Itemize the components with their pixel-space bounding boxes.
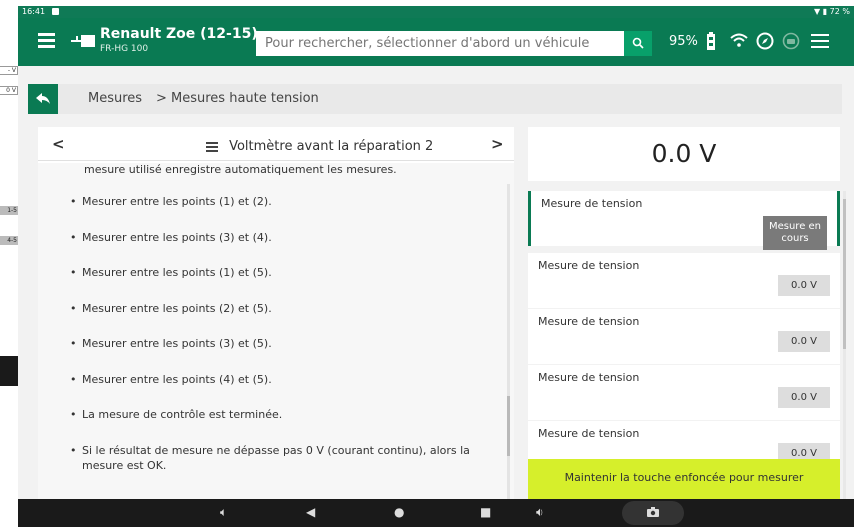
notification-icon xyxy=(51,8,59,15)
back-button[interactable] xyxy=(28,84,58,114)
list-item: La mesure de contrôle est terminée. xyxy=(70,407,490,443)
measurement-label: Mesure de tension xyxy=(541,197,643,210)
battery-level: 95% xyxy=(669,34,698,49)
app-header: Renault Zoe (12-15) FR-HG 100 95% xyxy=(18,18,854,66)
hold-to-measure-label: Maintenir la touche enfoncée pour mesure… xyxy=(564,471,804,484)
vehicle-plate: FR-HG 100 xyxy=(100,44,149,54)
document-title: Voltmètre avant la réparation 2 xyxy=(229,139,434,154)
back-arrow-icon xyxy=(36,93,50,104)
compass-icon[interactable] xyxy=(756,32,774,50)
document-content: mesure utilisé enregistre automatiquemen… xyxy=(38,163,514,499)
background-tag: 1-5 xyxy=(0,206,18,215)
document-panel: < Voltmètre avant la réparation 2 > mesu… xyxy=(38,127,514,499)
background-app: - V 0 V 1-5 4-5 xyxy=(0,0,18,527)
voltage-readout: 0.0 V xyxy=(528,127,840,181)
breadcrumb-mesures[interactable]: Mesures xyxy=(88,91,142,106)
camera-icon xyxy=(647,507,659,517)
document-title-wrap[interactable]: Voltmètre avant la réparation 2 xyxy=(206,136,433,155)
measurement-value: 0.0 V xyxy=(778,331,830,352)
list-item: Mesurer entre les points (1) et (2). xyxy=(70,194,490,230)
plug-icon xyxy=(71,35,95,47)
list-item: Mesurer entre les points (3) et (4). xyxy=(70,230,490,266)
measurement-item-4[interactable]: Mesure de tension 0.0 V xyxy=(528,365,840,420)
status-battery: ▼ ▮ 72 % xyxy=(814,7,850,16)
measurement-list: Mesure de tension Mesure en cours Mesure… xyxy=(528,191,840,499)
screenshot-button[interactable] xyxy=(622,501,684,525)
measurement-item-3[interactable]: Mesure de tension 0.0 V xyxy=(528,309,840,364)
background-chip: - V xyxy=(0,66,18,75)
measurement-status: Mesure en cours xyxy=(763,216,827,250)
list-icon xyxy=(206,141,218,152)
status-bar: 16:41 ▼ ▮ 72 % xyxy=(18,6,854,18)
list-item: Mesurer entre les points (2) et (5). xyxy=(70,301,490,337)
back-nav-icon[interactable]: ◀ xyxy=(306,505,315,519)
home-nav-icon[interactable]: ● xyxy=(394,505,404,519)
background-tag: 4-5 xyxy=(0,236,18,245)
measurement-item-2[interactable]: Mesure de tension 0.0 V xyxy=(528,253,840,308)
car-icon[interactable] xyxy=(782,32,800,50)
background-chip: 0 V xyxy=(0,86,18,95)
measurement-label: Mesure de tension xyxy=(538,371,640,384)
measurement-label: Mesure de tension xyxy=(538,427,640,440)
search-button[interactable] xyxy=(624,31,652,56)
hamburger-icon[interactable] xyxy=(811,34,829,48)
previous-page-button[interactable]: < xyxy=(52,135,65,153)
list-item: Mesurer entre les points (3) et (5). xyxy=(70,336,490,372)
measurement-label: Mesure de tension xyxy=(538,315,640,328)
breadcrumb-haute-tension[interactable]: > Mesures haute tension xyxy=(156,91,319,106)
volume-up-icon[interactable]: 🔉︎ xyxy=(536,505,544,520)
breadcrumb: Mesures > Mesures haute tension xyxy=(28,84,842,114)
step-list: Mesurer entre les points (1) et (2). Mes… xyxy=(70,194,490,487)
measurement-item-1[interactable]: Mesure de tension Mesure en cours xyxy=(528,191,840,250)
hold-to-measure-button[interactable]: Maintenir la touche enfoncée pour mesure… xyxy=(528,459,840,499)
background-dark-block xyxy=(0,356,18,386)
measurement-value: 0.0 V xyxy=(778,275,830,296)
list-item: Si le résultat de mesure ne dépasse pas … xyxy=(70,443,490,487)
list-item: Mesurer entre les points (1) et (5). xyxy=(70,265,490,301)
measurement-value: 0.0 V xyxy=(778,387,830,408)
status-time: 16:41 xyxy=(22,7,46,16)
tablet-screen: 16:41 ▼ ▮ 72 % Renault Zoe (12-15) FR-HG… xyxy=(18,6,854,527)
system-nav-bar: 🔈︎ ◀ ● ■ 🔉︎ xyxy=(18,499,854,527)
menu-icon[interactable] xyxy=(38,33,55,49)
battery-icon xyxy=(707,32,715,50)
measurement-label: Mesure de tension xyxy=(538,259,640,272)
search-input[interactable] xyxy=(256,31,624,56)
readout-value: 0.0 V xyxy=(651,139,717,168)
intro-text: mesure utilisé enregistre automatiquemen… xyxy=(84,163,397,176)
volume-down-icon[interactable]: 🔈︎ xyxy=(220,505,227,520)
list-item: Mesurer entre les points (4) et (5). xyxy=(70,372,490,408)
document-header: < Voltmètre avant la réparation 2 > xyxy=(38,127,514,161)
recents-nav-icon[interactable]: ■ xyxy=(480,505,491,519)
measurement-scrollbar[interactable] xyxy=(843,191,846,499)
wifi-icon[interactable] xyxy=(730,33,748,47)
search-icon xyxy=(632,37,644,49)
document-scrollbar[interactable] xyxy=(507,184,510,499)
next-page-button[interactable]: > xyxy=(491,135,504,153)
vehicle-title[interactable]: Renault Zoe (12-15) xyxy=(100,26,258,42)
